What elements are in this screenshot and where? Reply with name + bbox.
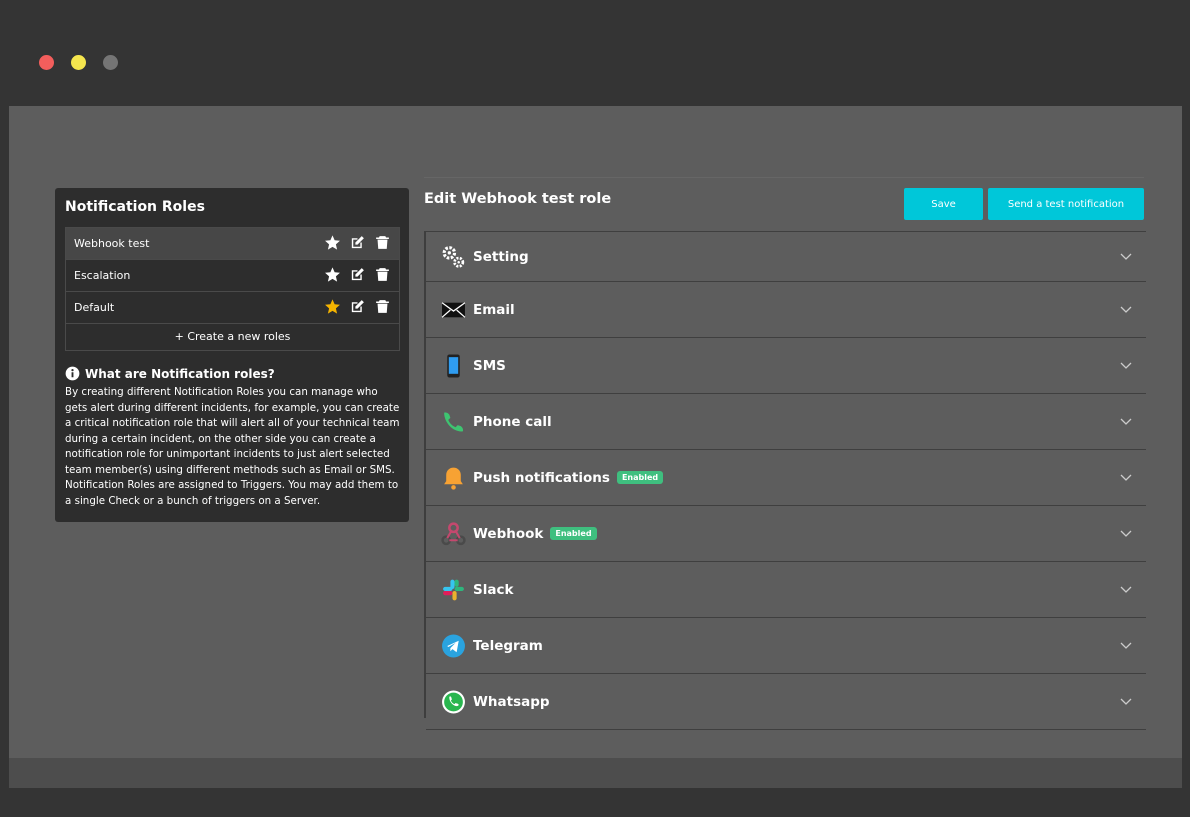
phone-device-icon (447, 354, 460, 377)
page-title: Edit Webhook test role (424, 191, 612, 207)
whatsapp-icon (442, 690, 465, 713)
trash-icon[interactable] (374, 266, 391, 283)
section-label: Whatsapp (473, 693, 550, 710)
info-title: What are Notification roles? (85, 366, 275, 381)
webhook-icon (441, 521, 466, 545)
section-setting[interactable]: Setting (426, 231, 1146, 282)
trash-icon[interactable] (374, 234, 391, 251)
role-name: Default (74, 301, 115, 314)
chevron-down-icon (1120, 362, 1132, 369)
status-badge: Enabled (550, 527, 597, 540)
chevron-down-icon (1120, 642, 1132, 649)
section-label: Telegram (473, 637, 543, 654)
section-email[interactable]: Email (426, 282, 1146, 338)
role-item-webhook-test[interactable]: Webhook test (66, 228, 399, 260)
plus-icon: + (174, 330, 184, 343)
info-description: By creating different Notification Roles… (65, 386, 400, 507)
phone-call-icon (444, 411, 464, 431)
window-minimize-button[interactable] (71, 55, 86, 70)
notification-roles-sidebar: Notification Roles Webhook test Escalati… (55, 188, 409, 522)
create-role-button[interactable]: + Create a new roles (66, 324, 399, 350)
window-footer (9, 758, 1182, 788)
sidebar-title: Notification Roles (65, 199, 205, 215)
section-label: Webhook (473, 525, 544, 542)
chevron-down-icon (1120, 474, 1132, 481)
gears-icon (442, 245, 465, 268)
role-item-escalation[interactable]: Escalation (66, 260, 399, 292)
chevron-down-icon (1120, 586, 1132, 593)
section-telegram[interactable]: Telegram (426, 618, 1146, 674)
section-label: Email (473, 301, 515, 318)
section-slack[interactable]: Slack (426, 562, 1146, 618)
save-button[interactable]: Save (904, 188, 983, 220)
window-maximize-button[interactable] (103, 55, 118, 70)
role-name: Webhook test (74, 237, 150, 250)
chevron-down-icon (1120, 306, 1132, 313)
envelope-icon (441, 301, 466, 318)
chevron-down-icon (1120, 253, 1132, 260)
roles-list: Webhook test Escalation Default + Create… (65, 227, 400, 351)
app-window: Notification Roles Webhook test Escalati… (9, 106, 1182, 788)
section-label: Slack (473, 581, 514, 598)
divider (424, 177, 1144, 178)
trash-icon[interactable] (374, 298, 391, 315)
section-sms[interactable]: SMS (426, 338, 1146, 394)
star-icon[interactable] (324, 266, 341, 283)
section-push-notifications[interactable]: Push notifications Enabled (426, 450, 1146, 506)
edit-icon[interactable] (349, 298, 366, 315)
bell-icon (444, 467, 463, 490)
slack-icon (443, 579, 464, 600)
status-badge: Enabled (616, 471, 664, 484)
section-label: Phone call (473, 413, 552, 430)
role-item-default[interactable]: Default (66, 292, 399, 324)
chevron-down-icon (1120, 530, 1132, 537)
notification-sections: Setting Email SMS Phone call Push notifi… (424, 231, 1146, 730)
role-name: Escalation (74, 269, 131, 282)
create-role-label: Create a new roles (187, 330, 291, 343)
edit-icon[interactable] (349, 266, 366, 283)
section-label: Setting (473, 248, 529, 265)
star-icon[interactable] (324, 234, 341, 251)
info-icon (65, 366, 80, 381)
section-webhook[interactable]: Webhook Enabled (426, 506, 1146, 562)
chevron-down-icon (1120, 418, 1132, 425)
section-whatsapp[interactable]: Whatsapp (426, 674, 1146, 730)
chevron-down-icon (1120, 698, 1132, 705)
window-close-button[interactable] (39, 55, 54, 70)
edit-icon[interactable] (349, 234, 366, 251)
star-filled-icon[interactable] (324, 298, 341, 315)
section-phone-call[interactable]: Phone call (426, 394, 1146, 450)
send-test-notification-button[interactable]: Send a test notification (988, 188, 1144, 220)
section-label: Push notifications (473, 469, 610, 486)
section-label: SMS (473, 357, 506, 374)
info-box: What are Notification roles? By creating… (65, 366, 401, 509)
telegram-icon (442, 634, 465, 657)
